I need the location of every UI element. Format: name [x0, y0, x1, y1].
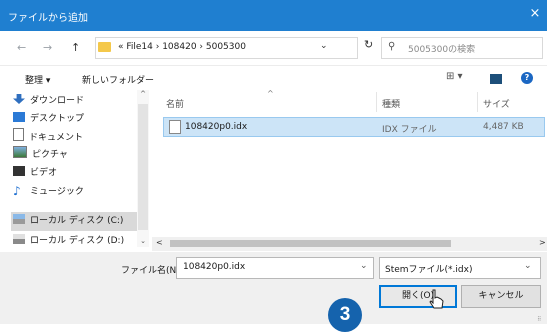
nav-item-label: ミュージック: [30, 187, 84, 197]
new-folder-button[interactable]: 新しいフォルダー: [82, 73, 154, 86]
filename-value: 108420p0.idx: [183, 262, 246, 272]
nav-item-label: デスクトップ: [30, 114, 85, 124]
help-icon[interactable]: ?: [521, 72, 533, 84]
chevron-down-icon[interactable]: ⌄: [524, 261, 532, 271]
nav-item-videos[interactable]: ビデオ: [13, 164, 57, 182]
open-button[interactable]: 開く(O): [379, 285, 457, 308]
desktop-icon: [13, 112, 25, 122]
file-list: [153, 90, 547, 248]
resize-grip-icon[interactable]: ⠿: [537, 316, 541, 323]
nav-item-downloads[interactable]: ダウンロード: [13, 92, 84, 110]
nav-item-documents[interactable]: ドキュメント: [13, 128, 83, 146]
command-bar: 整理 ▾ 新しいフォルダー ⊞ ▾ ?: [0, 65, 547, 91]
refresh-button[interactable]: ↻: [364, 38, 373, 51]
cancel-button[interactable]: キャンセル: [461, 285, 541, 308]
scroll-up-icon[interactable]: ^: [137, 90, 149, 98]
filename-field[interactable]: 108420p0.idx ⌄: [176, 257, 374, 279]
address-bar[interactable]: « File14 › 108420 › 5005300 ⌄: [95, 37, 358, 59]
search-placeholder: 5005300の検索: [408, 45, 476, 55]
nav-item-label: ドキュメント: [29, 133, 84, 143]
preview-pane-icon[interactable]: [490, 74, 502, 84]
scroll-right-icon[interactable]: >: [539, 238, 546, 247]
column-divider[interactable]: [477, 92, 478, 112]
picture-icon: [13, 146, 27, 158]
file-icon: [169, 120, 181, 134]
filename-label: ファイル名(N):: [121, 266, 183, 276]
hand-cursor-icon: [429, 289, 444, 309]
folder-icon: [98, 42, 111, 52]
nav-item-label: ローカル ディスク (D:): [30, 236, 125, 246]
file-size: 4,487 KB: [483, 122, 524, 132]
horizontal-scrollbar-thumb[interactable]: [170, 240, 451, 247]
chevron-down-icon[interactable]: ⌄: [320, 41, 328, 51]
column-header-type[interactable]: 種類: [382, 97, 400, 110]
drive-icon: [13, 214, 25, 224]
nav-scrollbar-thumb[interactable]: [138, 104, 148, 230]
column-header-name[interactable]: 名前: [166, 97, 184, 110]
view-options-button[interactable]: ⊞ ▾: [446, 71, 463, 82]
file-type-filter[interactable]: Stemファイル(*.idx) ⌄: [379, 257, 541, 279]
sort-ascending-icon: ^: [267, 89, 274, 98]
scroll-left-icon[interactable]: <: [156, 238, 163, 247]
close-button[interactable]: ×: [528, 6, 542, 22]
step-number-badge: 3: [328, 298, 362, 332]
filter-value: Stemファイル(*.idx): [385, 265, 473, 275]
music-icon: ♪: [13, 184, 21, 198]
nav-item-drive-d[interactable]: ローカル ディスク (D:): [13, 232, 124, 250]
nav-item-music[interactable]: ♪ ミュージック: [13, 182, 84, 200]
video-icon: [13, 166, 25, 176]
column-header-size[interactable]: サイズ: [483, 97, 510, 110]
file-name[interactable]: 108420p0.idx: [185, 122, 247, 132]
nav-item-label: ビデオ: [30, 168, 58, 178]
nav-item-label: ローカル ディスク (C:): [30, 216, 124, 226]
nav-item-label: ダウンロード: [30, 96, 85, 106]
search-icon: ⚲: [388, 41, 396, 52]
up-button[interactable]: ↑: [71, 40, 80, 56]
chevron-down-icon[interactable]: ⌄: [360, 261, 368, 271]
document-icon: [13, 128, 24, 141]
back-button[interactable]: ←: [17, 40, 26, 56]
nav-item-pictures[interactable]: ピクチャ: [13, 146, 68, 164]
organize-button[interactable]: 整理 ▾: [25, 73, 50, 86]
breadcrumb[interactable]: « File14 › 108420 › 5005300: [118, 42, 246, 52]
download-icon: [13, 94, 25, 104]
nav-item-label: ピクチャ: [32, 150, 68, 160]
search-input[interactable]: ⚲ 5005300の検索: [381, 37, 543, 59]
window-title: ファイルから追加: [8, 13, 88, 24]
nav-item-desktop[interactable]: デスクトップ: [13, 110, 84, 128]
file-type: IDX ファイル: [382, 125, 437, 135]
forward-button[interactable]: →: [43, 40, 52, 56]
drive-icon: [13, 234, 25, 244]
column-divider[interactable]: [376, 92, 377, 112]
scroll-down-icon[interactable]: ⌄: [137, 237, 149, 245]
nav-item-drive-c[interactable]: ローカル ディスク (C:): [13, 212, 123, 230]
